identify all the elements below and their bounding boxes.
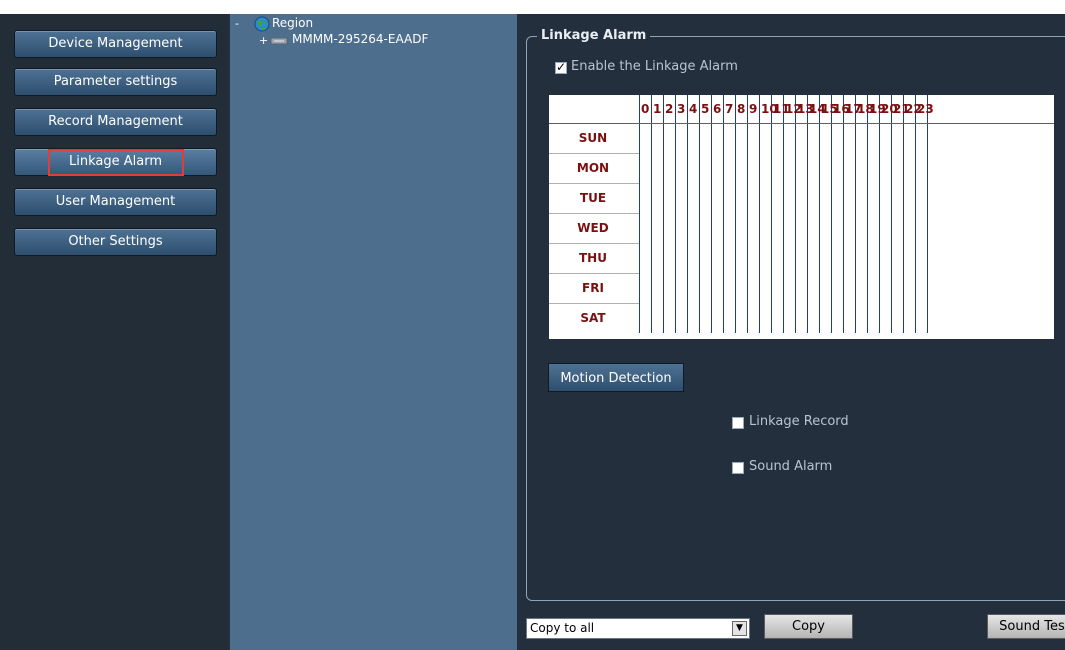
- nav-other-settings-button[interactable]: Other Settings: [14, 228, 217, 256]
- linkage-legend: Linkage Alarm: [537, 28, 651, 43]
- copy-to-select-value: Copy to all: [530, 621, 595, 635]
- hour-label-0: 0: [641, 102, 650, 116]
- copy-to-select[interactable]: Copy to all ▼: [526, 618, 750, 639]
- enable-linkage-label: Enable the Linkage Alarm: [571, 59, 738, 74]
- hour-label-2: 2: [665, 102, 674, 116]
- day-label-tue: TUE: [579, 191, 607, 205]
- hour-label-7: 7: [725, 102, 734, 116]
- hour-label-5: 5: [701, 102, 710, 116]
- dropdown-arrow-icon[interactable]: ▼: [732, 621, 747, 636]
- copy-button[interactable]: Copy: [764, 614, 853, 639]
- day-label-fri: FRI: [582, 281, 604, 295]
- linkage-panel: Linkage Alarm ✓ Enable the Linkage Alarm…: [519, 14, 1065, 650]
- sound-alarm-label: Sound Alarm: [749, 459, 833, 474]
- hour-label-23: 23: [917, 102, 934, 116]
- checkmark-icon: ✓: [556, 60, 567, 74]
- sound-alarm-checkbox[interactable]: [732, 462, 744, 474]
- hour-label-6: 6: [713, 102, 722, 116]
- linkage-record-checkbox[interactable]: [732, 417, 744, 429]
- tree-device-node[interactable]: MMMM-295264-EAADF: [292, 32, 428, 46]
- hour-label-4: 4: [689, 102, 698, 116]
- nav-device-management-button[interactable]: Device Management: [14, 30, 217, 58]
- day-label-mon: MON: [576, 161, 610, 175]
- day-label-sun: SUN: [578, 131, 608, 145]
- device-icon: [270, 37, 288, 45]
- nav-parameter-settings-button[interactable]: Parameter settings: [14, 68, 217, 96]
- day-label-sat: SAT: [580, 311, 606, 325]
- day-label-wed: WED: [577, 221, 609, 235]
- selection-highlight: [48, 149, 184, 176]
- enable-linkage-checkbox[interactable]: ✓: [555, 60, 567, 74]
- sidebar: Device Management Parameter settings Rec…: [0, 14, 228, 650]
- device-tree: - Region + MMMM-295264-EAADF: [230, 14, 517, 650]
- motion-detection-button[interactable]: Motion Detection: [548, 363, 684, 392]
- hour-label-1: 1: [653, 102, 662, 116]
- day-label-thu: THU: [579, 251, 607, 265]
- tree-expand-toggle[interactable]: +: [259, 34, 268, 47]
- sound-test-button[interactable]: Sound Test: [987, 614, 1065, 639]
- hour-label-3: 3: [677, 102, 686, 116]
- linkage-record-label: Linkage Record: [749, 414, 849, 429]
- hour-label-8: 8: [737, 102, 746, 116]
- tree-region-node[interactable]: Region: [272, 16, 313, 30]
- nav-user-management-button[interactable]: User Management: [14, 188, 217, 216]
- globe-icon: [254, 16, 270, 32]
- schedule-grid[interactable]: 0 1 2 3 4 5 6 7 8 9 10 11 12 13 14 15 16 17 18 19 20 21 22 23 S…: [549, 95, 1054, 339]
- tree-collapse-toggle[interactable]: -: [235, 17, 239, 30]
- nav-record-management-button[interactable]: Record Management: [14, 108, 217, 136]
- top-strip: [0, 0, 1065, 14]
- hour-label-9: 9: [749, 102, 758, 116]
